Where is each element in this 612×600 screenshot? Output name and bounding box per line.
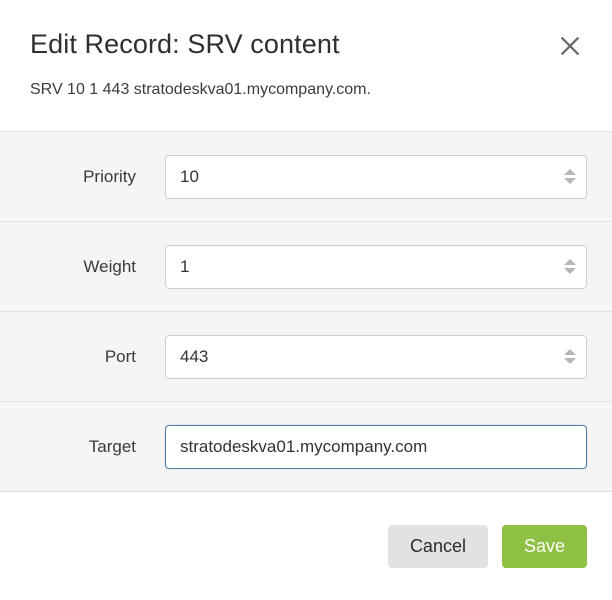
dialog-header: Edit Record: SRV content SRV 10 1 443 st… <box>0 0 612 131</box>
port-input[interactable] <box>165 334 587 379</box>
chevron-down-icon[interactable] <box>563 358 576 364</box>
weight-input[interactable] <box>165 244 587 289</box>
label-priority: Priority <box>83 166 136 186</box>
field-wrap-target <box>165 424 587 469</box>
chevron-up-icon[interactable] <box>563 349 576 355</box>
chevron-down-icon[interactable] <box>563 178 576 184</box>
label-weight: Weight <box>83 256 136 276</box>
target-input[interactable] <box>165 424 587 469</box>
field-wrap-port <box>165 334 587 379</box>
chevron-up-icon[interactable] <box>563 259 576 265</box>
form-body: Priority Weight Port <box>0 131 612 492</box>
dialog-subtitle: SRV 10 1 443 stratodeskva01.mycompany.co… <box>30 81 371 98</box>
form-row-weight: Weight <box>0 222 612 312</box>
form-row-port: Port <box>0 312 612 402</box>
chevron-up-icon[interactable] <box>563 169 576 175</box>
field-wrap-weight <box>165 244 587 289</box>
close-icon <box>559 35 581 57</box>
field-wrap-priority <box>165 154 587 199</box>
weight-stepper[interactable] <box>563 254 576 280</box>
dialog-footer: Cancel Save <box>0 492 612 600</box>
cancel-button[interactable]: Cancel <box>387 525 488 568</box>
label-port: Port <box>104 346 136 366</box>
port-stepper[interactable] <box>563 344 576 370</box>
form-row-priority: Priority <box>0 132 612 222</box>
chevron-down-icon[interactable] <box>563 268 576 274</box>
priority-input[interactable] <box>165 154 587 199</box>
dialog-title: Edit Record: SRV content <box>30 29 340 59</box>
save-button[interactable]: Save <box>501 525 587 568</box>
edit-record-dialog: Edit Record: SRV content SRV 10 1 443 st… <box>0 0 612 600</box>
form-row-target: Target <box>0 402 612 492</box>
priority-stepper[interactable] <box>563 164 576 190</box>
label-target: Target <box>88 436 136 456</box>
close-button[interactable] <box>553 29 587 63</box>
